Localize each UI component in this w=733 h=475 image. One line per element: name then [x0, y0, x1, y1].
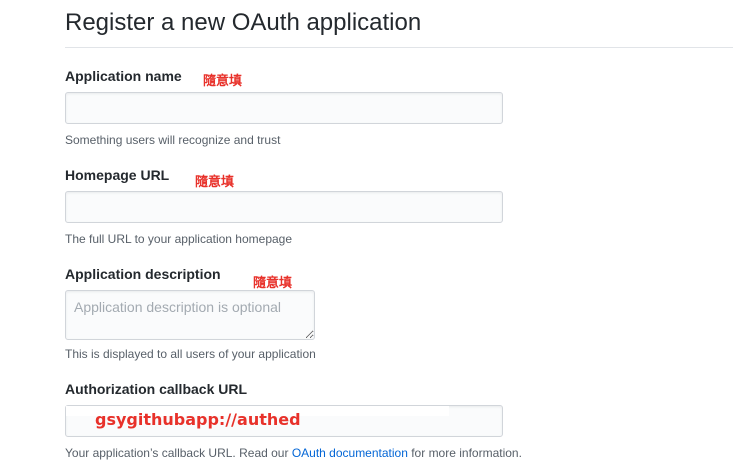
- page-title: Register a new OAuth application: [65, 9, 422, 36]
- app-name-note: Something users will recognize and trust: [65, 133, 281, 147]
- homepage-url-note: The full URL to your application homepag…: [65, 232, 293, 246]
- app-name-annotation: 隨意填: [203, 74, 243, 89]
- callback-url-note: Your application’s callback URL. Read ou…: [65, 446, 522, 460]
- description-textarea[interactable]: [65, 290, 315, 340]
- callback-url-label: Authorization callback URL: [65, 381, 248, 397]
- homepage-url-input[interactable]: [65, 191, 503, 223]
- homepage-url-annotation: 隨意填: [195, 175, 235, 190]
- callback-note-suffix: for more information.: [407, 446, 522, 460]
- callback-url-field: gsygithubapp://authed: [65, 405, 503, 437]
- description-annotation: 隨意填: [253, 276, 293, 291]
- description-note: This is displayed to all users of your a…: [65, 347, 316, 361]
- oauth-documentation-link[interactable]: OAuth documentation: [292, 446, 408, 460]
- description-label: Application description: [65, 266, 221, 282]
- homepage-url-label: Homepage URL: [65, 167, 170, 183]
- callback-url-input[interactable]: [65, 405, 503, 437]
- app-name-label: Application name: [65, 68, 182, 84]
- callback-note-prefix: Your application’s callback URL. Read ou…: [65, 446, 292, 460]
- app-name-input[interactable]: [65, 92, 503, 124]
- title-divider: [65, 47, 733, 48]
